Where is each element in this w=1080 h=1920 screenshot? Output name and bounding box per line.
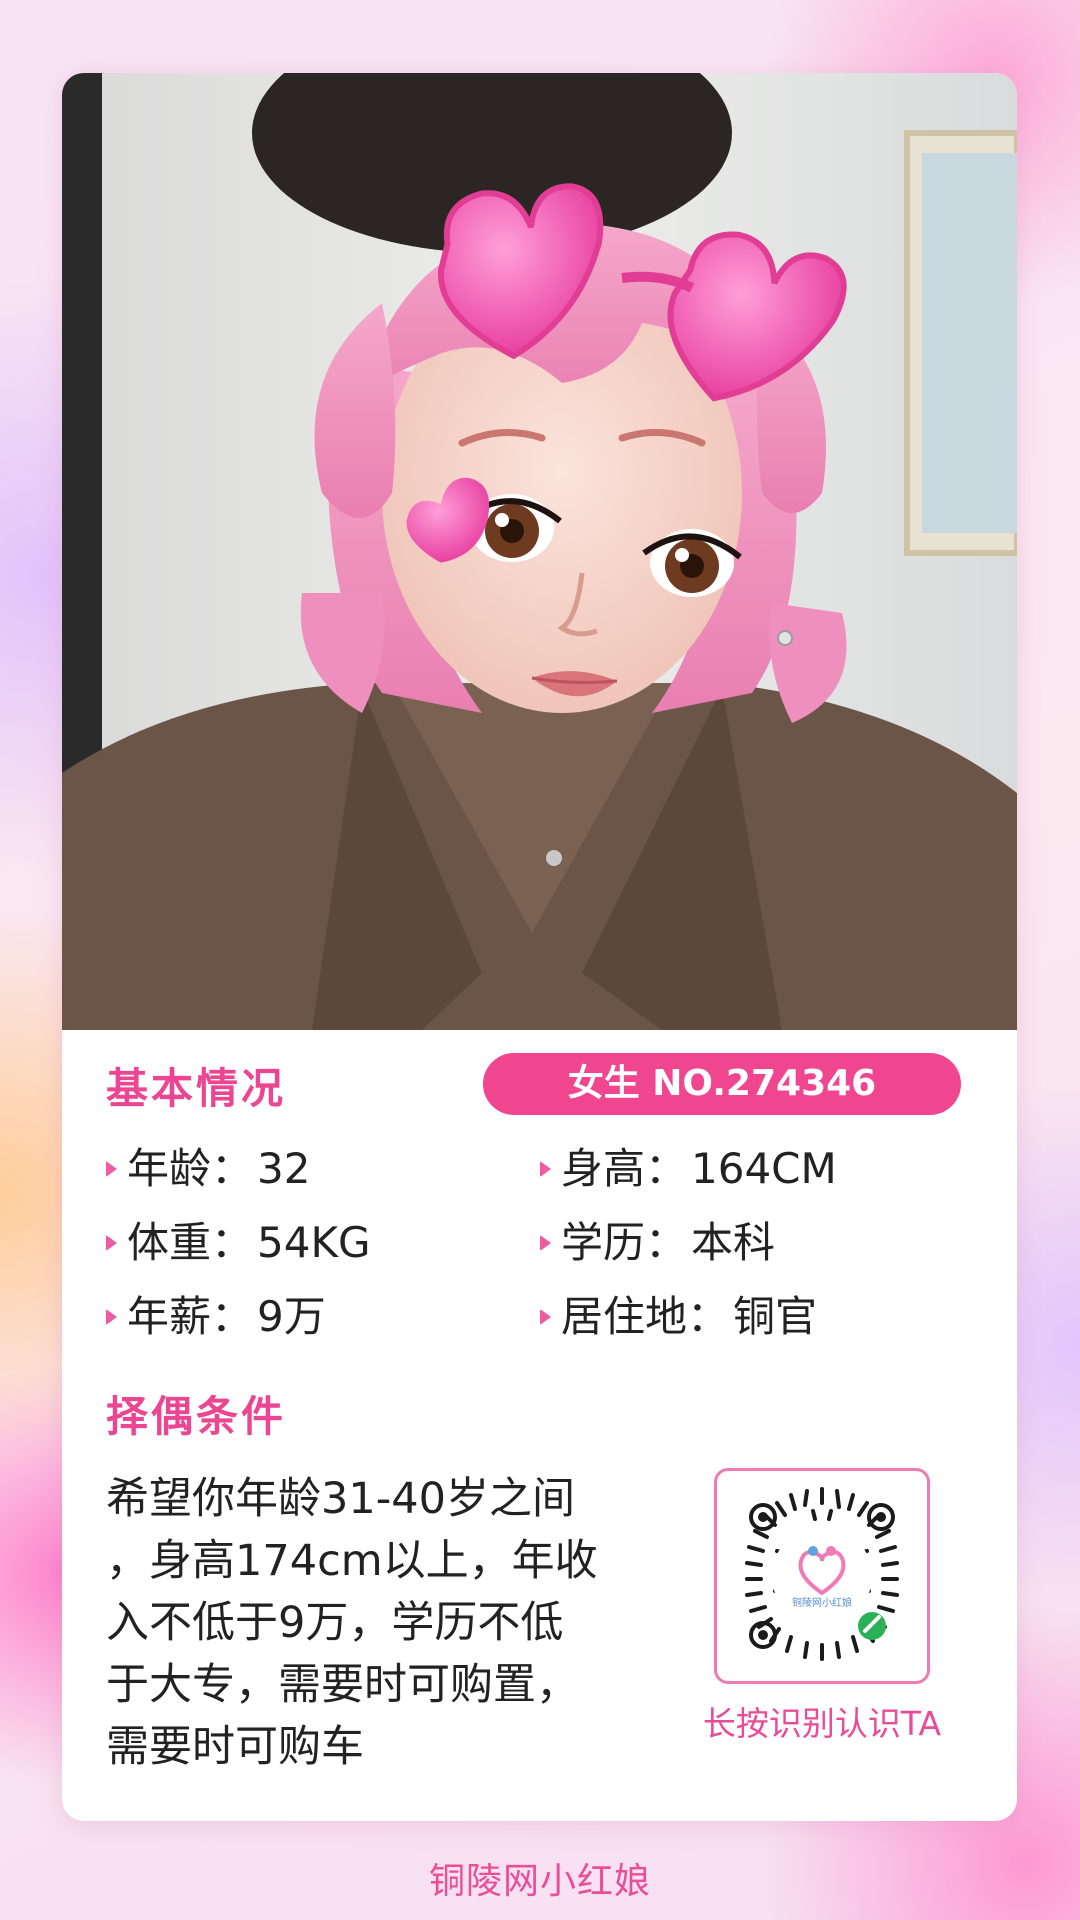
bullet-icon bbox=[106, 1234, 117, 1251]
info-weight: 体重：54KG bbox=[106, 1213, 371, 1273]
info-height-value: 164CM bbox=[691, 1144, 837, 1193]
bullet-icon bbox=[106, 1160, 117, 1177]
profile-photo[interactable] bbox=[62, 73, 1017, 1030]
bullet-icon bbox=[540, 1308, 551, 1325]
info-education-value: 本科 bbox=[691, 1218, 776, 1267]
preferences-line: 需要时可购车 bbox=[106, 1722, 364, 1772]
basic-info-title: 基本情况 bbox=[106, 1064, 287, 1113]
info-salary-value: 9万 bbox=[257, 1292, 326, 1341]
info-age-label: 年龄： bbox=[127, 1144, 254, 1193]
info-height: 身高：164CM bbox=[540, 1139, 837, 1199]
info-education: 学历：本科 bbox=[540, 1213, 775, 1273]
info-residence-label: 居住地： bbox=[561, 1292, 730, 1341]
footer-brand: 铜陵网小红娘 bbox=[428, 1861, 651, 1902]
bullet-icon bbox=[106, 1308, 117, 1325]
qr-caption: 长按识别认识TA bbox=[702, 1704, 942, 1743]
info-weight-label: 体重： bbox=[127, 1218, 254, 1267]
mini-program-qr-code[interactable]: 铜陵网小红娘 bbox=[714, 1468, 930, 1684]
bullet-icon bbox=[540, 1160, 551, 1177]
preferences-title: 择偶条件 bbox=[106, 1392, 287, 1441]
info-age-value: 32 bbox=[257, 1144, 311, 1193]
bullet-icon bbox=[540, 1234, 551, 1251]
profile-card: 基本情况 女生 NO.274346 年龄：32 身高：164CM 体重：54KG… bbox=[62, 73, 1017, 1821]
qr-center-label: 铜陵网小红娘 bbox=[792, 1596, 852, 1609]
preferences-text: 希望你年龄31-40岁之间 ，身高174cm以上，年收 入不低于9万，学历不低 … bbox=[106, 1468, 661, 1778]
info-age: 年龄：32 bbox=[106, 1139, 310, 1199]
info-education-label: 学历： bbox=[561, 1218, 688, 1267]
info-salary-label: 年薪： bbox=[127, 1292, 254, 1341]
info-residence-value: 铜官 bbox=[733, 1292, 818, 1341]
info-height-label: 身高： bbox=[561, 1144, 688, 1193]
preferences-line: 希望你年龄31-40岁之间 bbox=[106, 1474, 575, 1524]
qr-code-graphic: 铜陵网小红娘 bbox=[745, 1487, 899, 1661]
preferences-line: 入不低于9万，学历不低 bbox=[106, 1598, 564, 1648]
info-salary: 年薪：9万 bbox=[106, 1287, 326, 1347]
profile-id-badge: 女生 NO.274346 bbox=[483, 1053, 961, 1115]
info-weight-value: 54KG bbox=[257, 1218, 371, 1267]
info-residence: 居住地：铜官 bbox=[540, 1287, 817, 1347]
preferences-line: ，身高174cm以上，年收 bbox=[106, 1536, 598, 1586]
preferences-line: 于大专，需要时可购置， bbox=[106, 1660, 579, 1710]
